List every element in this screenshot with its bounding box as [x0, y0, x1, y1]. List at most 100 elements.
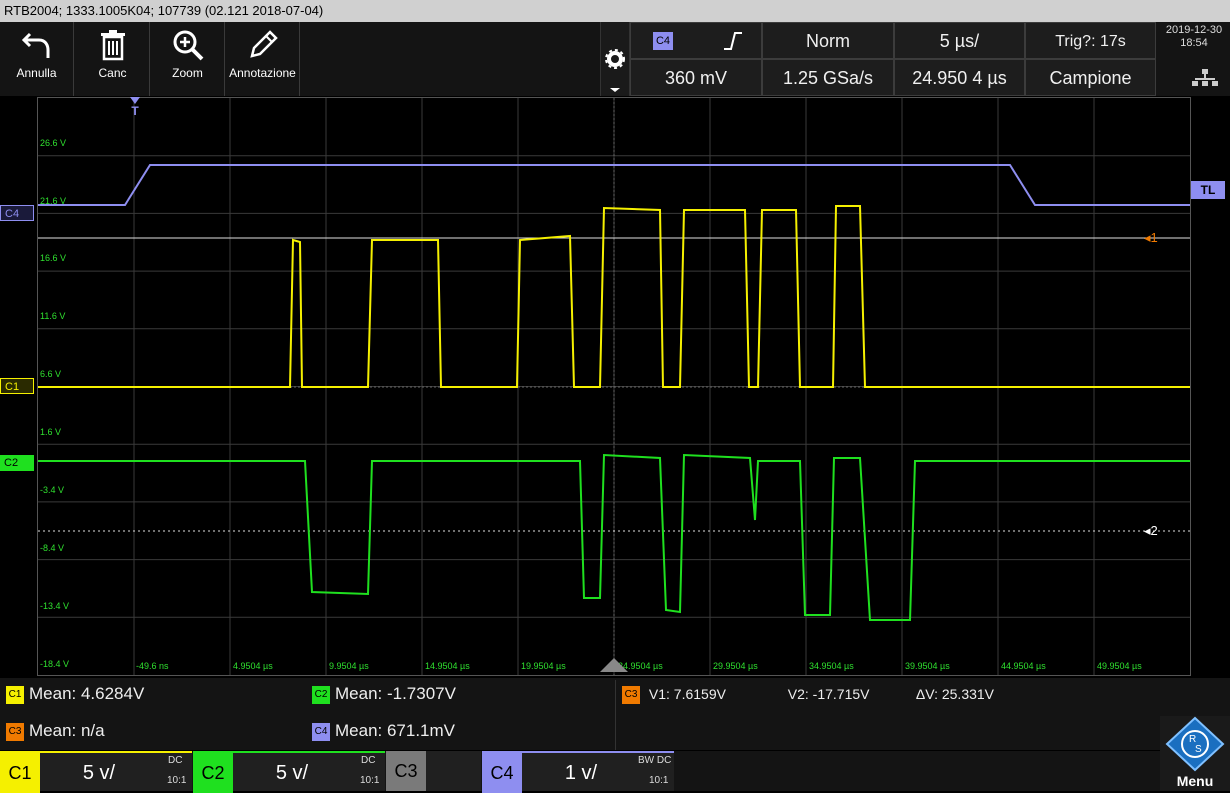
c2-measurement[interactable]: C2 Mean: -1.7307V — [312, 684, 456, 704]
c3-measurement[interactable]: C3 Mean: n/a — [6, 721, 105, 741]
rising-edge-icon — [724, 32, 742, 50]
c1-probe: 10:1 — [167, 775, 187, 786]
channel-c1-tab[interactable]: C1 5 v/ DC 10:1 — [0, 751, 192, 793]
pencil-icon — [249, 30, 278, 58]
channel-c3-tab[interactable]: C3 — [386, 751, 481, 791]
trash-icon — [100, 30, 125, 61]
x-tick: 39.9504 µs — [905, 661, 950, 671]
y-tick: 26.6 V — [40, 138, 67, 148]
y-tick: 1.6 V — [40, 427, 62, 437]
c1-tab-chip: C1 — [0, 753, 40, 793]
trigger-arrow-icon — [130, 97, 140, 104]
menu-label: Menu — [1176, 773, 1214, 789]
c2-mean: Mean: -1.7307V — [335, 684, 456, 703]
trigger-level-cell[interactable]: 360 mV — [630, 59, 762, 96]
trigger-position-marker[interactable]: T — [128, 97, 142, 118]
delete-button[interactable]: Canc — [76, 22, 150, 96]
network-icon — [1192, 69, 1218, 86]
trigger-mode: Norm — [806, 31, 850, 51]
c3-mean: Mean: n/a — [29, 721, 105, 740]
trigger-level: 360 mV — [664, 68, 728, 88]
undo-label: Annulla — [16, 66, 57, 80]
x-tick: 29.9504 µs — [713, 661, 758, 671]
divider — [615, 680, 616, 750]
cursor-measurement[interactable]: C3 V1: 7.6159V V2: -17.715V ΔV: 25.331V — [622, 686, 1222, 705]
sample-rate: 1.25 GSa/s — [782, 68, 874, 88]
zoom-icon — [173, 30, 203, 61]
acquisition-mode: Campione — [1049, 68, 1132, 88]
delete-label: Canc — [98, 66, 127, 80]
c2-offset-marker[interactable]: C2 — [0, 455, 34, 471]
c3-tab-chip: C3 — [386, 751, 426, 791]
c4-chip: C4 — [312, 722, 330, 741]
c1-mean: Mean: 4.6284V — [29, 684, 145, 703]
c2-scale: 5 v/ — [275, 762, 309, 784]
trigger-label: T — [131, 104, 139, 118]
zoom-label: Zoom — [172, 66, 203, 80]
timebase-value: 5 µs/ — [939, 31, 980, 51]
cursor-1-marker[interactable]: ◂1 — [1144, 230, 1158, 246]
channel-c4-tab[interactable]: C4 1 v/ BW DC 10:1 — [482, 751, 674, 793]
trigger-source-chip: C4 — [653, 32, 673, 50]
trigger-level-marker[interactable]: TL — [1191, 181, 1225, 199]
y-tick: -18.4 V — [40, 659, 70, 669]
c4-tab-chip: C4 — [482, 753, 522, 793]
acquisition-mode-cell[interactable]: Campione — [1025, 59, 1156, 96]
c4-measurement[interactable]: C4 Mean: 671.1mV — [312, 721, 455, 741]
undo-icon — [21, 32, 49, 58]
x-tick: 34.9504 µs — [809, 661, 854, 671]
c4-offset-marker[interactable]: C4 — [0, 205, 34, 221]
horizontal-position: 24.950 4 µs — [912, 68, 1007, 88]
x-tick: 19.9504 µs — [521, 661, 566, 671]
waveform-display[interactable] — [37, 97, 1191, 676]
c2-probe: 10:1 — [360, 775, 380, 786]
sample-rate-cell[interactable]: 1.25 GSa/s — [762, 59, 894, 96]
cursor-chip: C3 — [622, 686, 640, 705]
horizontal-position-cell[interactable]: 24.950 4 µs — [894, 59, 1025, 96]
trigger-source-cell[interactable]: C4 — [630, 22, 762, 59]
cursor-1-label: 1 — [1150, 230, 1158, 245]
gear-icon — [605, 49, 625, 92]
trigger-mode-cell[interactable]: Norm — [762, 22, 894, 59]
datetime: 2019-12-30 18:54 — [1158, 24, 1230, 50]
c3-chip: C3 — [6, 722, 24, 741]
y-tick: 6.6 V — [40, 369, 62, 379]
horizontal-center-marker[interactable] — [600, 658, 628, 672]
c4-scale: 1 v/ — [564, 762, 598, 784]
c4-mean: Mean: 671.1mV — [335, 721, 456, 740]
cursor-2-marker[interactable]: ◂2 — [1144, 523, 1158, 539]
annotate-button[interactable]: Annotazione — [226, 22, 300, 96]
zoom-button[interactable]: Zoom — [151, 22, 225, 96]
undo-button[interactable]: Annulla — [0, 22, 74, 96]
c4-probe: 10:1 — [649, 775, 669, 786]
c1-scale: 5 v/ — [82, 762, 116, 784]
c1-coupling: DC — [168, 755, 183, 766]
x-tick: -49.6 ns — [136, 661, 169, 671]
x-tick: 4.9504 µs — [233, 661, 273, 671]
cursor-2-label: 2 — [1150, 523, 1158, 538]
y-tick: 11.6 V — [40, 311, 66, 321]
settings-button[interactable] — [600, 22, 630, 96]
rs-logo-icon: R S — [1165, 716, 1225, 772]
timebase-cell[interactable]: 5 µs/ — [894, 22, 1025, 59]
y-tick: -13.4 V — [40, 601, 70, 611]
c1-offset-marker[interactable]: C1 — [0, 378, 34, 394]
channel-c2-tab[interactable]: C2 5 v/ DC 10:1 — [193, 751, 385, 793]
cursor-dv: ΔV: 25.331V — [915, 686, 995, 702]
y-tick: 16.6 V — [40, 253, 67, 263]
trigger-status: Trig?: 17s — [1055, 33, 1126, 50]
y-tick: 21.6 V — [40, 196, 67, 206]
date: 2019-12-30 — [1165, 24, 1223, 36]
menu-button[interactable]: R S Menu — [1160, 716, 1230, 791]
instrument-title: RTB2004; 1333.1005K04; 107739 (02.121 20… — [4, 3, 324, 18]
title-bar: RTB2004; 1333.1005K04; 107739 (02.121 20… — [0, 0, 1230, 22]
cursor-v2: V2: -17.715V — [787, 686, 870, 702]
c2-tab-chip: C2 — [193, 753, 233, 793]
tl-label: TL — [1200, 183, 1216, 197]
x-tick: 14.9504 µs — [425, 661, 470, 671]
c1-measurement[interactable]: C1 Mean: 4.6284V — [6, 684, 144, 704]
c4-coupling: BW DC — [638, 755, 672, 766]
y-tick: -8.4 V — [40, 543, 65, 553]
annotate-label: Annotazione — [229, 66, 296, 80]
x-tick: 44.9504 µs — [1001, 661, 1046, 671]
